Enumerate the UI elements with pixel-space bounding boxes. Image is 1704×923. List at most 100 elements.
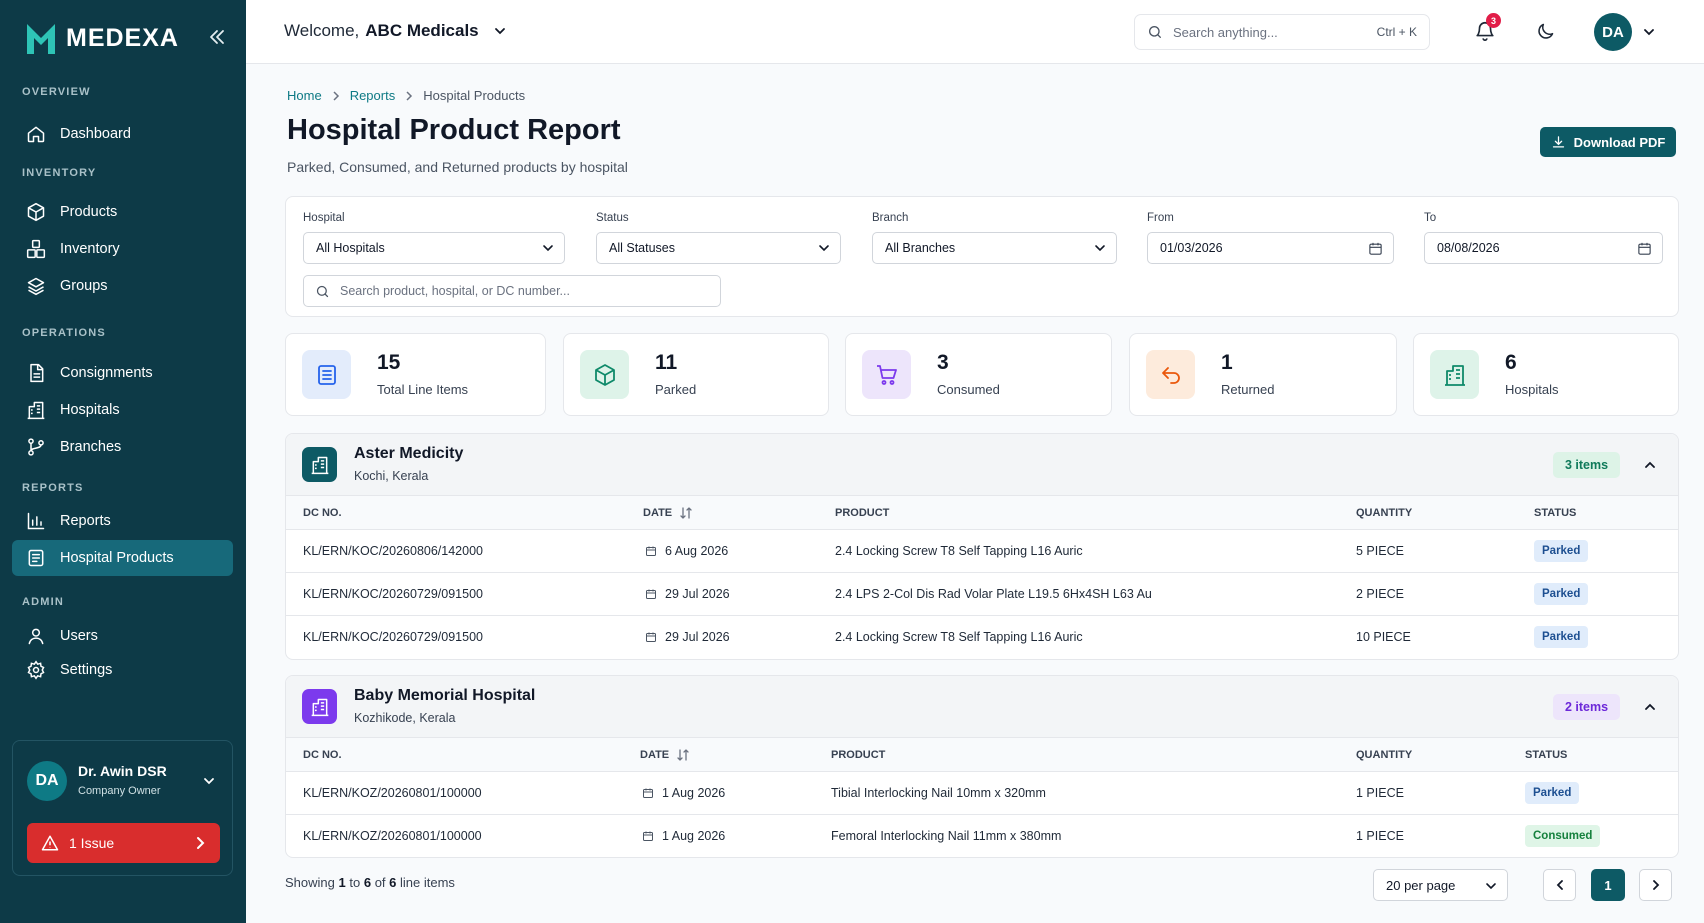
date-cell: 1 Aug 2026 — [642, 829, 725, 843]
product-name: Femoral Interlocking Nail 11mm x 380mm — [831, 829, 1062, 843]
hospital-group-aster: Aster Medicity Kochi, Kerala 3 items DC … — [285, 433, 1679, 660]
section-overview: OVERVIEW — [22, 86, 91, 98]
sidebar-item-dashboard[interactable]: Dashboard — [12, 116, 233, 152]
next-page-button[interactable] — [1639, 869, 1672, 901]
stat-card-hospitals: 6 Hospitals — [1413, 333, 1679, 416]
table-header: DC NO. DATE PRODUCT QUANTITY STATUS — [286, 496, 1678, 530]
sidebar-item-reports[interactable]: Reports — [12, 503, 233, 539]
sidebar-item-branches[interactable]: Branches — [12, 429, 233, 465]
section-inventory: INVENTORY — [22, 167, 97, 179]
company-switcher[interactable]: Welcome, ABC Medicals — [284, 21, 507, 41]
avatar: DA — [27, 761, 67, 801]
branch-select-value: All Branches — [885, 241, 956, 255]
sidebar-item-consignments[interactable]: Consignments — [12, 355, 233, 391]
breadcrumb-home[interactable]: Home — [287, 88, 322, 103]
hospital-name: Baby Memorial Hospital — [354, 687, 536, 704]
user-menu[interactable]: DA Dr. Awin DSR Company Owner 1 Issue — [12, 740, 233, 876]
collapse-sidebar-icon[interactable] — [208, 28, 226, 46]
sidebar-item-label: Reports — [60, 513, 111, 529]
breadcrumb: Home Reports Hospital Products — [287, 88, 525, 103]
status-badge: Consumed — [1525, 825, 1601, 847]
sidebar-item-inventory[interactable]: Inventory — [12, 231, 233, 267]
moon-icon[interactable] — [1535, 21, 1556, 42]
gear-icon — [27, 660, 45, 680]
calendar-icon — [1638, 242, 1651, 255]
stat-label: Parked — [655, 382, 697, 397]
to-date-field[interactable]: 08/08/2026 — [1424, 232, 1663, 264]
chevron-up-icon[interactable] — [1643, 458, 1657, 472]
filter-label-hospital: Hospital — [303, 212, 345, 224]
app-logo[interactable]: MEDEXA — [24, 20, 179, 56]
quantity: 1 PIECE — [1356, 829, 1404, 843]
sidebar-item-groups[interactable]: Groups — [12, 268, 233, 304]
chevron-down-icon — [543, 245, 553, 252]
per-page-select[interactable]: 20 per page — [1373, 869, 1508, 901]
table-row[interactable]: KL/ERN/KOC/20260729/091500 29 Jul 2026 2… — [286, 616, 1678, 659]
summary-prefix: Showing — [285, 875, 335, 890]
issue-button[interactable]: 1 Issue — [27, 823, 220, 863]
chevron-down-icon[interactable] — [203, 775, 215, 787]
layers-icon — [27, 277, 45, 296]
hospital-select[interactable]: All Hospitals — [303, 232, 565, 264]
calendar-icon — [643, 788, 653, 798]
sidebar-item-label: Hospitals — [60, 402, 120, 418]
sort-icon — [680, 507, 692, 519]
stat-card-returned: 1 Returned — [1129, 333, 1397, 416]
summary-to: 6 — [363, 875, 372, 890]
avatar[interactable]: DA — [1594, 13, 1632, 51]
page-button-current[interactable]: 1 — [1591, 869, 1625, 901]
search-input[interactable] — [1173, 24, 1353, 40]
table-row[interactable]: KL/ERN/KOZ/20260801/100000 1 Aug 2026 Ti… — [286, 772, 1678, 815]
branch-select[interactable]: All Branches — [872, 232, 1117, 264]
building-icon — [27, 401, 45, 420]
page-subtitle: Parked, Consumed, and Returned products … — [287, 159, 628, 175]
chevron-up-icon[interactable] — [1643, 700, 1657, 714]
calendar-icon — [646, 589, 656, 599]
section-operations: OPERATIONS — [22, 327, 106, 339]
search-icon — [316, 285, 329, 297]
from-date-value: 01/03/2026 — [1160, 241, 1223, 255]
sidebar: MEDEXA OVERVIEW Dashboard INVENTORY Prod… — [0, 0, 246, 923]
boxes-icon — [26, 239, 46, 259]
status-select[interactable]: All Statuses — [596, 232, 841, 264]
table-row[interactable]: KL/ERN/KOZ/20260801/100000 1 Aug 2026 Fe… — [286, 815, 1678, 857]
summary-from: 1 — [338, 875, 346, 890]
stat-card-consumed: 3 Consumed — [845, 333, 1112, 416]
hospital-location: Kochi, Kerala — [354, 469, 429, 483]
product-search[interactable] — [303, 275, 721, 307]
dc-number: KL/ERN/KOC/20260806/142000 — [303, 544, 483, 558]
product-search-input[interactable] — [340, 284, 700, 298]
sidebar-item-products[interactable]: Products — [12, 194, 233, 230]
dc-number: KL/ERN/KOZ/20260801/100000 — [303, 829, 482, 843]
sidebar-item-hospitals[interactable]: Hospitals — [12, 392, 233, 428]
hospital-icon — [302, 689, 337, 724]
calendar-icon — [643, 831, 653, 841]
top-header: Welcome, ABC Medicals Ctrl + K 3 DA — [246, 0, 1704, 64]
table-row[interactable]: KL/ERN/KOC/20260729/091500 29 Jul 2026 2… — [286, 573, 1678, 616]
from-date-field[interactable]: 01/03/2026 — [1147, 232, 1394, 264]
global-search[interactable]: Ctrl + K — [1134, 14, 1430, 50]
download-pdf-button[interactable]: Download PDF — [1540, 127, 1676, 157]
building-icon — [1430, 350, 1479, 399]
home-icon — [27, 126, 45, 143]
group-header[interactable]: Baby Memorial Hospital Kozhikode, Kerala… — [286, 676, 1678, 738]
download-label: Download PDF — [1573, 134, 1666, 150]
box-icon — [27, 202, 45, 222]
prev-page-button[interactable] — [1543, 869, 1576, 901]
date-value: 29 Jul 2026 — [665, 630, 730, 644]
col-date-sortable[interactable]: DATE — [640, 749, 689, 761]
hospital-group-baby-memorial: Baby Memorial Hospital Kozhikode, Kerala… — [285, 675, 1679, 858]
notification-badge: 3 — [1486, 13, 1501, 28]
hospital-icon — [302, 447, 337, 482]
col-quantity: QUANTITY — [1356, 507, 1413, 519]
group-header[interactable]: Aster Medicity Kochi, Kerala 3 items — [286, 434, 1678, 496]
breadcrumb-reports[interactable]: Reports — [350, 88, 396, 103]
chevron-down-icon[interactable] — [1642, 25, 1656, 39]
date-value: 1 Aug 2026 — [662, 829, 726, 843]
col-date-sortable[interactable]: DATE — [643, 507, 692, 519]
sidebar-item-users[interactable]: Users — [12, 618, 233, 654]
table-row[interactable]: KL/ERN/KOC/20260806/142000 6 Aug 2026 2.… — [286, 530, 1678, 573]
sidebar-item-hospital-products[interactable]: Hospital Products — [12, 540, 233, 576]
sidebar-item-label: Groups — [60, 278, 108, 294]
sidebar-item-settings[interactable]: Settings — [12, 652, 233, 688]
